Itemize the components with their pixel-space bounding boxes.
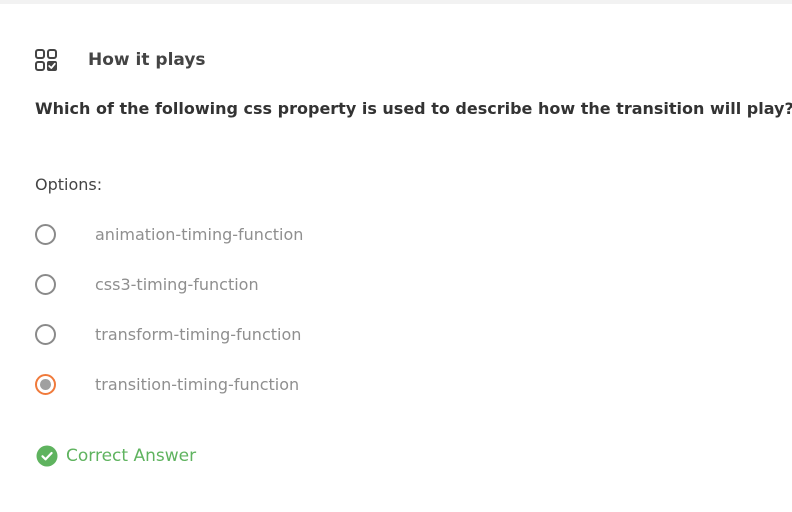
check-circle-icon [36, 445, 58, 467]
option-css3-timing-function[interactable]: css3-timing-function [35, 269, 735, 299]
grid-check-icon [35, 49, 57, 71]
option-transition-timing-function[interactable]: transition-timing-function [35, 369, 735, 399]
correct-answer-text: Correct Answer [66, 446, 197, 466]
options-list: animation-timing-function css3-timing-fu… [35, 219, 735, 419]
option-label: transform-timing-function [95, 324, 302, 344]
question-header: How it plays [35, 48, 206, 72]
option-label: css3-timing-function [95, 274, 259, 294]
option-label: transition-timing-function [95, 374, 300, 394]
top-divider [0, 0, 792, 4]
radio-button[interactable] [35, 223, 56, 245]
question-text: Which of the following css property is u… [35, 99, 792, 118]
options-label: Options: [35, 175, 103, 194]
radio-button[interactable] [35, 273, 56, 295]
option-transform-timing-function[interactable]: transform-timing-function [35, 319, 735, 349]
radio-button[interactable] [35, 323, 56, 345]
question-title: How it plays [88, 50, 206, 70]
answer-feedback: Correct Answer [36, 445, 196, 467]
radio-button-selected[interactable] [35, 373, 56, 395]
option-label: animation-timing-function [95, 224, 304, 244]
option-animation-timing-function[interactable]: animation-timing-function [35, 219, 735, 249]
